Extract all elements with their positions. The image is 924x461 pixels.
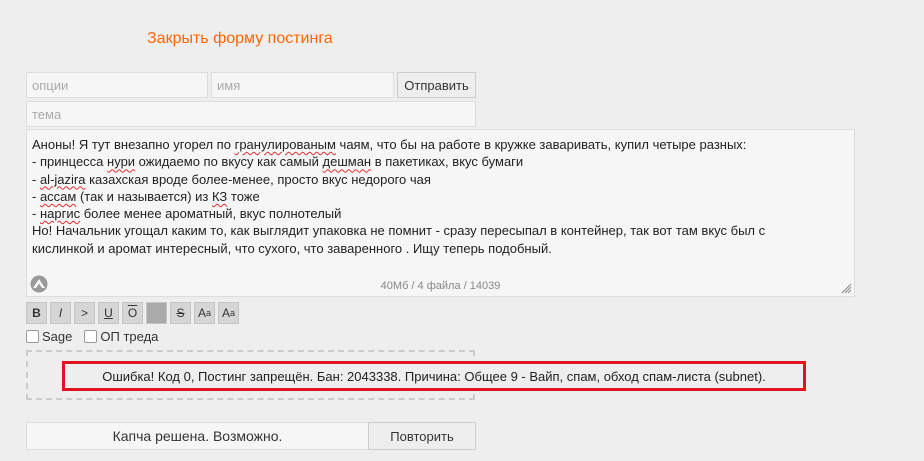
post-options: Sage ОП треда	[26, 329, 158, 344]
comment-segment: более менее ароматный, вкус полнотелый	[80, 206, 342, 222]
name-input[interactable]	[211, 72, 394, 98]
subscript-button[interactable]: Aa	[218, 302, 239, 324]
misspelled-word: ассам	[39, 188, 77, 204]
options-input[interactable]	[26, 72, 208, 98]
file-counter: 40Мб / 4 файла / 14039	[380, 280, 501, 292]
comment-text[interactable]: Аноны! Я тут внезапно угорел по гранулир…	[32, 136, 847, 257]
comment-segment: казахская вроде более-менее, просто вкус…	[85, 171, 431, 187]
comment-segment: - принцесса	[32, 154, 108, 170]
misspelled-word: гранулированым	[234, 137, 336, 152]
markup-toolbar: B I > U O S Aa Aa	[26, 302, 239, 324]
overline-button[interactable]: O	[122, 302, 143, 324]
underline-button[interactable]: U	[98, 302, 119, 324]
op-checkbox-box[interactable]	[84, 330, 98, 343]
submit-button[interactable]: Отправить	[397, 72, 476, 98]
comment-textarea[interactable]: Аноны! Я тут внезапно угорел по гранулир…	[26, 129, 855, 297]
comment-segment: (так и называется) из	[76, 188, 212, 204]
sage-label: Sage	[42, 329, 73, 344]
comment-segment: -	[32, 188, 40, 204]
bold-button[interactable]: B	[26, 302, 47, 324]
subject-input[interactable]	[26, 101, 476, 127]
comment-segment: чаям, что бы на работе в кружке заварива…	[335, 137, 747, 152]
comment-segment: Но! Начальник угощал каким то, как выгля…	[32, 223, 766, 239]
comment-segment: -	[32, 206, 40, 222]
comment-segment: тоже	[227, 188, 260, 204]
op-label: ОП треда	[100, 329, 159, 344]
misspelled-word: наргис	[39, 206, 81, 222]
spoiler-button[interactable]	[146, 302, 167, 324]
misspelled-word: нури	[107, 154, 136, 170]
comment-segment: ожидаемо по вкусу как самый	[135, 154, 323, 170]
comment-segment: -	[32, 171, 40, 187]
misspelled-word: дешман	[322, 154, 372, 170]
comment-segment: Аноны! Я тут внезапно угорел по	[32, 137, 235, 152]
quote-button[interactable]: >	[74, 302, 95, 324]
superscript-button[interactable]: Aa	[194, 302, 215, 324]
posting-form-page: Закрыть форму постинга Отправить Аноны! …	[0, 0, 924, 461]
misspelled-word: al-jazira	[39, 171, 86, 187]
sage-checkbox[interactable]: Sage	[26, 329, 72, 344]
captcha-status: Капча решена. Возможно.	[26, 422, 369, 450]
strike-button[interactable]: S	[170, 302, 191, 324]
error-message: Ошибка! Код 0, Постинг запрещён. Бан: 20…	[62, 361, 806, 391]
italic-button[interactable]: I	[50, 302, 71, 324]
resize-handle-icon[interactable]	[841, 283, 852, 294]
op-checkbox[interactable]: ОП треда	[84, 329, 158, 344]
sage-checkbox-box[interactable]	[26, 330, 39, 343]
comment-segment: кислинкой и аромат интересный, что сухог…	[32, 240, 552, 256]
comment-segment: в пакетиках, вкус бумаги	[371, 154, 524, 170]
close-form-link[interactable]: Закрыть форму постинга	[147, 29, 333, 49]
misspelled-word: КЗ	[212, 188, 228, 204]
retry-button[interactable]: Повторить	[368, 422, 476, 450]
